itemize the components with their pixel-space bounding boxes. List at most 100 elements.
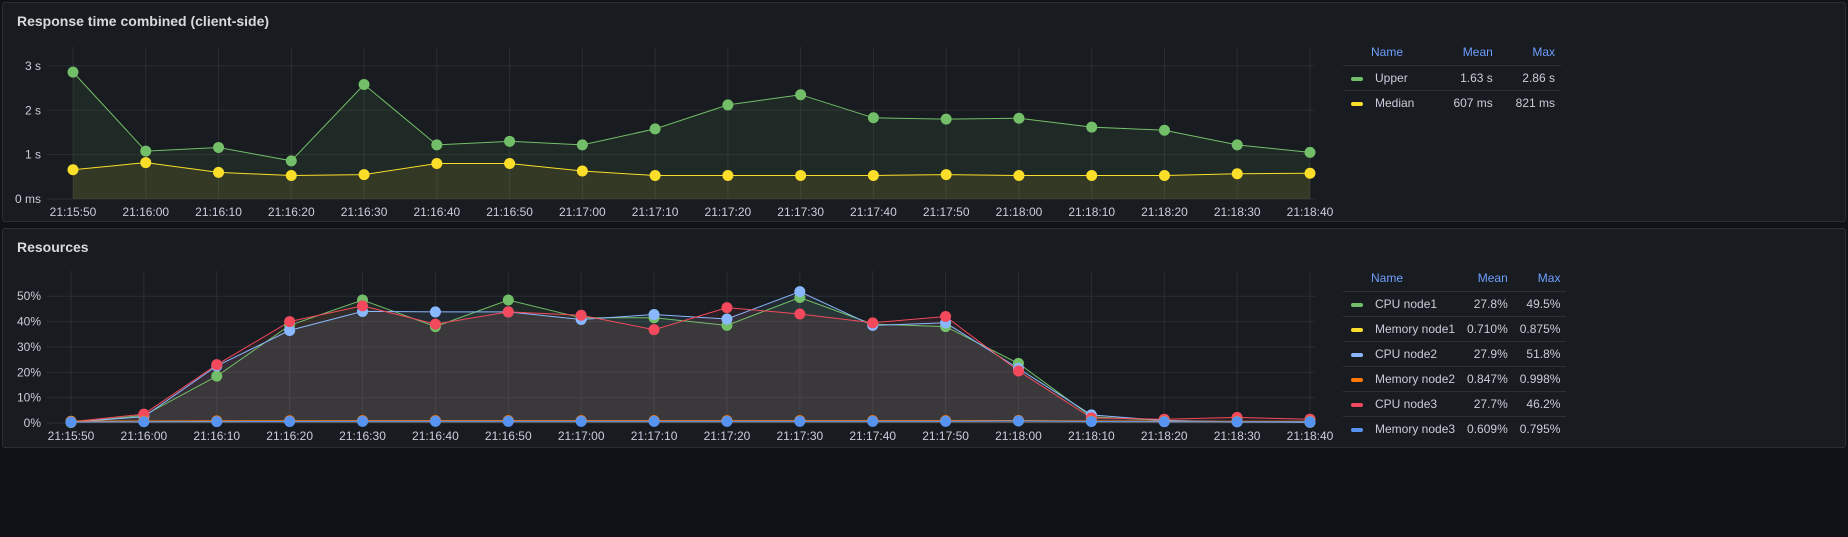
- data-point: [867, 112, 879, 124]
- legend-max-value: 821 ms: [1498, 90, 1561, 115]
- legend-header-max[interactable]: Max: [1499, 39, 1561, 66]
- x-tick-label: 21:16:50: [486, 205, 533, 219]
- x-tick-label: 21:18:10: [1068, 205, 1115, 219]
- data-point: [429, 415, 441, 427]
- legend-row-median[interactable]: Median 607 ms 821 ms: [1343, 90, 1561, 115]
- x-tick-label: 21:17:10: [631, 429, 678, 443]
- series-color-swatch: [1351, 377, 1363, 382]
- x-tick-label: 21:18:30: [1214, 429, 1261, 443]
- y-tick-label: 1 s: [25, 148, 41, 162]
- x-tick-label: 21:16:30: [341, 205, 388, 219]
- data-point: [867, 415, 879, 427]
- x-tick-label: 21:17:00: [558, 429, 605, 443]
- legend-mean-value: 27.7%: [1461, 391, 1514, 417]
- series-color-swatch: [1351, 327, 1363, 332]
- legend-row-cpu-node3[interactable]: CPU node3 27.7% 46.2%: [1343, 391, 1567, 417]
- data-point: [140, 145, 152, 157]
- data-point: [1158, 416, 1170, 428]
- x-tick-label: 21:18:00: [996, 205, 1043, 219]
- data-point: [504, 135, 516, 147]
- legend-row-memory-node1[interactable]: Memory node1 0.710% 0.875%: [1343, 316, 1567, 342]
- data-point: [1085, 415, 1097, 427]
- x-tick-label: 21:17:50: [923, 205, 970, 219]
- series-line: [70, 420, 1310, 423]
- legend-max-value: 2.86 s: [1498, 65, 1561, 91]
- data-point: [795, 89, 807, 101]
- data-point: [211, 416, 223, 428]
- data-point: [867, 317, 879, 329]
- data-point: [1012, 365, 1024, 377]
- data-point: [649, 123, 661, 135]
- data-point: [794, 286, 806, 298]
- legend-header-mean[interactable]: Mean: [1461, 265, 1514, 292]
- y-tick-label: 30%: [17, 340, 41, 354]
- data-point: [1158, 124, 1170, 136]
- x-tick-label: 21:17:50: [922, 429, 969, 443]
- legend-row-memory-node3[interactable]: Memory node3 0.609% 0.795%: [1343, 416, 1567, 441]
- data-point: [576, 139, 588, 151]
- x-tick-label: 21:17:20: [705, 205, 752, 219]
- response-time-panel: Response time combined (client-side) 0 m…: [2, 2, 1846, 222]
- data-point: [502, 294, 514, 306]
- legend-mean-value: 27.8%: [1461, 291, 1514, 317]
- data-point: [1086, 169, 1098, 181]
- y-tick-label: 2 s: [25, 103, 41, 117]
- data-point: [502, 415, 514, 427]
- x-tick-label: 21:16:20: [266, 429, 313, 443]
- response-time-chart[interactable]: 0 ms 1 s 2 s 3 s 21:15:50 21:16:00 21:16:10 21:…: [3, 3, 1343, 223]
- legend-series-name: CPU node3: [1375, 397, 1438, 411]
- legend-header-name[interactable]: Name: [1343, 39, 1437, 66]
- legend-row-upper[interactable]: Upper 1.63 s 2.86 s: [1343, 65, 1561, 91]
- data-point: [284, 415, 296, 427]
- x-tick-label: 21:17:30: [777, 205, 824, 219]
- legend-header-name[interactable]: Name: [1343, 265, 1461, 292]
- legend-row-cpu-node1[interactable]: CPU node1 27.8% 49.5%: [1343, 291, 1567, 317]
- data-point: [794, 308, 806, 320]
- x-tick-label: 21:16:00: [121, 429, 168, 443]
- legend-series-name: Memory node1: [1375, 322, 1456, 336]
- data-point: [575, 415, 587, 427]
- y-tick-label: 10%: [17, 391, 41, 405]
- legend-header-max[interactable]: Max: [1514, 265, 1567, 292]
- legend-mean-value: 1.63 s: [1436, 65, 1499, 91]
- x-tick-label: 21:18:30: [1214, 205, 1261, 219]
- data-point: [940, 113, 952, 125]
- legend-mean-value: 607 ms: [1436, 90, 1499, 115]
- x-tick-label: 21:16:40: [413, 205, 460, 219]
- data-point: [1013, 112, 1025, 124]
- legend-mean-value: 0.609%: [1461, 416, 1514, 441]
- data-point: [284, 316, 296, 328]
- legend-max-value: 46.2%: [1513, 391, 1567, 417]
- data-point: [940, 415, 952, 427]
- legend-series-name: CPU node2: [1375, 347, 1438, 361]
- data-point: [211, 359, 223, 371]
- data-point: [721, 302, 733, 314]
- data-point: [576, 165, 588, 177]
- y-tick-label: 0 ms: [15, 192, 41, 206]
- x-tick-label: 21:17:20: [704, 429, 751, 443]
- legend-mean-value: 0.847%: [1461, 366, 1514, 392]
- y-tick-label: 20%: [17, 365, 41, 379]
- data-point: [721, 313, 733, 325]
- data-point: [357, 300, 369, 312]
- legend-row-cpu-node2[interactable]: CPU node2 27.9% 51.8%: [1343, 341, 1567, 367]
- legend-series-name: CPU node1: [1375, 297, 1438, 311]
- data-point: [648, 415, 660, 427]
- data-point: [358, 169, 370, 181]
- x-tick-label: 21:17:30: [776, 429, 823, 443]
- series-color-swatch: [1351, 402, 1363, 407]
- legend-header-mean[interactable]: Mean: [1437, 39, 1499, 66]
- data-point: [1086, 121, 1098, 133]
- legend-mean-value: 0.710%: [1461, 316, 1514, 342]
- resources-chart[interactable]: 0% 10% 20% 30% 40% 50% 21:15:50 21:16:00 21:16:1…: [3, 229, 1343, 449]
- data-point: [431, 139, 443, 151]
- data-point: [867, 169, 879, 181]
- data-point: [358, 79, 370, 91]
- data-point: [502, 306, 514, 318]
- data-point: [1158, 169, 1170, 181]
- x-tick-label: 21:18:20: [1141, 205, 1188, 219]
- legend-row-memory-node2[interactable]: Memory node2 0.847% 0.998%: [1343, 366, 1567, 392]
- data-point: [431, 158, 443, 169]
- legend-series-name: Upper: [1375, 71, 1408, 85]
- data-point: [1012, 415, 1024, 427]
